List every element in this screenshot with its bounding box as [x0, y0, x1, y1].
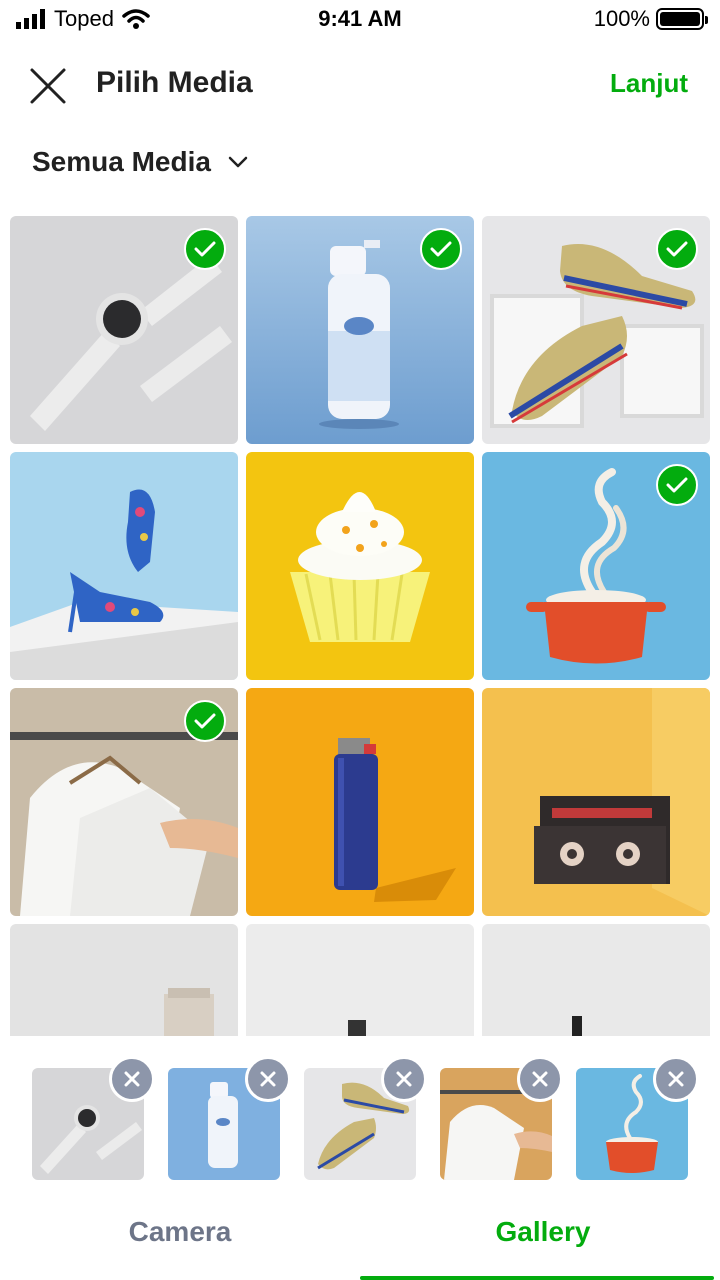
check-icon: [194, 713, 216, 729]
battery-icon: [656, 8, 708, 30]
status-bar: Toped 9:41 AM 100%: [0, 0, 720, 40]
remove-selected-button[interactable]: [653, 1056, 699, 1102]
cupcake-photo: [246, 452, 474, 680]
chevron-down-icon: [228, 156, 248, 168]
media-tile-lighter[interactable]: [246, 688, 474, 916]
header: Pilih Media Lanjut: [0, 52, 720, 116]
media-grid: [0, 216, 720, 1036]
check-icon: [666, 477, 688, 493]
check-icon: [430, 241, 452, 257]
close-button[interactable]: [26, 64, 70, 108]
cosmetic-photo: [10, 924, 238, 1036]
remove-selected-button[interactable]: [517, 1056, 563, 1102]
remove-icon: [532, 1071, 548, 1087]
next-button[interactable]: Lanjut: [610, 68, 688, 99]
page-title: Pilih Media: [96, 66, 253, 99]
remove-icon: [260, 1071, 276, 1087]
media-tile-cassette[interactable]: [482, 688, 710, 916]
selected-check-badge: [420, 228, 462, 270]
selected-check-badge: [184, 700, 226, 742]
selected-check-badge: [184, 228, 226, 270]
source-tabs: Camera Gallery: [0, 1200, 720, 1280]
remove-selected-button[interactable]: [109, 1056, 155, 1102]
remove-icon: [668, 1071, 684, 1087]
remove-icon: [124, 1071, 140, 1087]
tab-gallery[interactable]: Gallery: [363, 1216, 720, 1248]
media-tile-sneakers[interactable]: [482, 216, 710, 444]
lighter-photo: [246, 688, 474, 916]
media-tile-bottle-1[interactable]: [246, 924, 474, 1036]
media-tile-noodles[interactable]: [482, 452, 710, 680]
remove-selected-button[interactable]: [381, 1056, 427, 1102]
selected-media-tray: [0, 1036, 720, 1196]
battery-percent: 100%: [593, 6, 650, 31]
media-tile-shirts[interactable]: [10, 688, 238, 916]
tab-camera[interactable]: Camera: [0, 1216, 360, 1248]
media-tile-cupcake[interactable]: [246, 452, 474, 680]
close-icon: [30, 68, 66, 104]
media-tile-heels[interactable]: [10, 452, 238, 680]
remove-selected-button[interactable]: [245, 1056, 291, 1102]
check-icon: [194, 241, 216, 257]
bottle-photo: [482, 924, 710, 1036]
selected-check-badge: [656, 464, 698, 506]
media-tile-spray[interactable]: [246, 216, 474, 444]
media-tile-cosmetic[interactable]: [10, 924, 238, 1036]
check-icon: [666, 241, 688, 257]
status-right: 100%: [593, 6, 708, 32]
media-tile-watch[interactable]: [10, 216, 238, 444]
active-tab-indicator: [360, 1276, 714, 1280]
heels-photo: [10, 452, 238, 680]
media-tile-bottle-2[interactable]: [482, 924, 710, 1036]
media-filter-label: Semua Media: [32, 146, 211, 177]
cassette-photo: [482, 688, 710, 916]
bottle-photo: [246, 924, 474, 1036]
selected-check-badge: [656, 228, 698, 270]
media-filter-dropdown[interactable]: Semua Media: [32, 146, 249, 178]
remove-icon: [396, 1071, 412, 1087]
